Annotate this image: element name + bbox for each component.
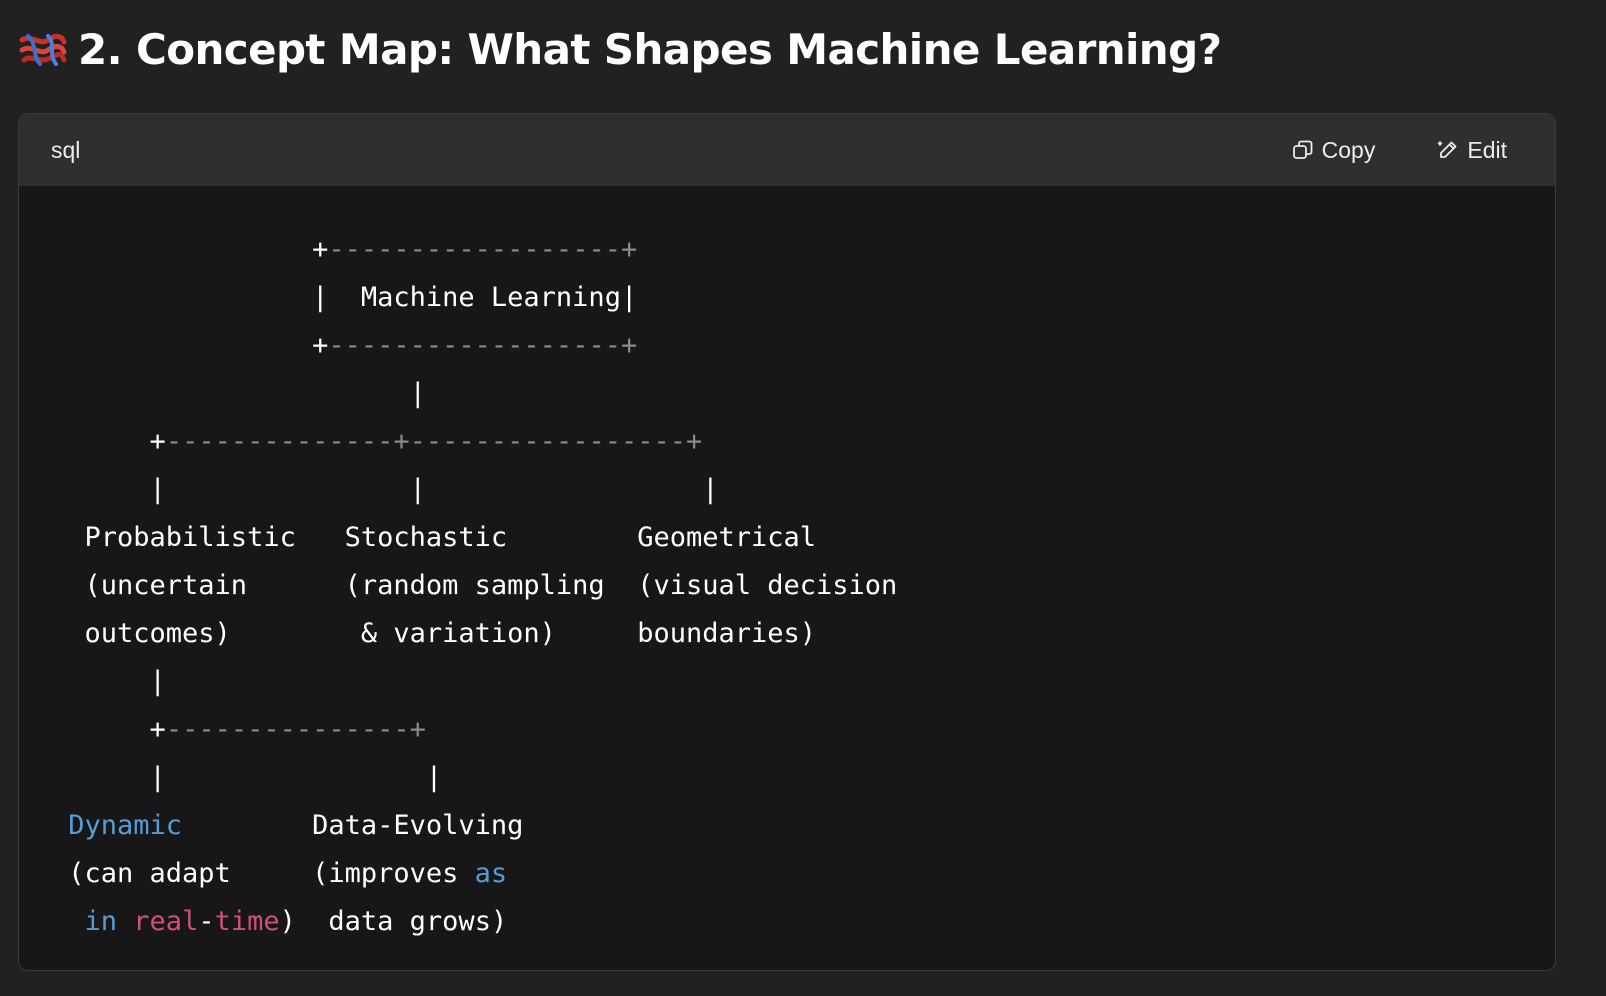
- code-actions: Copy Edit: [1292, 137, 1507, 164]
- code-line: Dynamic Data-Evolving: [52, 810, 523, 841]
- edit-button[interactable]: Edit: [1437, 137, 1507, 164]
- code-token: +: [312, 234, 329, 265]
- code-token: |: [425, 762, 443, 793]
- page-title: 2. Concept Map: What Shapes Machine Lear…: [78, 24, 1222, 74]
- knot-emoji-icon: [18, 32, 68, 66]
- code-token: Probabilistic Stochastic Geometrical: [52, 522, 817, 553]
- code-token: |: [52, 762, 426, 793]
- code-token: (uncertain (random sampling (visual deci…: [52, 570, 898, 601]
- code-token: ) data grows): [279, 906, 508, 937]
- copy-icon: [1292, 139, 1314, 161]
- edit-pencil-icon: [1437, 139, 1459, 161]
- edit-label: Edit: [1467, 136, 1507, 163]
- code-token: ---------------+: [165, 714, 426, 745]
- copy-button[interactable]: Copy: [1292, 136, 1376, 164]
- code-token: ------------------+: [328, 330, 638, 361]
- code-line: outcomes) & variation) boundaries): [52, 618, 817, 649]
- code-line: +------------------+: [52, 330, 637, 361]
- code-line: Probabilistic Stochastic Geometrical: [52, 522, 817, 553]
- code-token: real: [133, 906, 199, 937]
- code-token: ------------------+: [328, 234, 638, 265]
- code-token: +: [149, 426, 166, 457]
- code-token: in: [84, 906, 118, 937]
- code-block-header: sql Copy Edit: [19, 114, 1555, 186]
- code-token: +: [312, 330, 329, 361]
- code-line: | | |: [52, 474, 719, 505]
- code-line: in real-time) data grows): [52, 906, 508, 937]
- code-token: outcomes) & variation) boundaries): [52, 618, 817, 649]
- code-token: |: [149, 474, 166, 505]
- code-token: Dynamic: [68, 810, 183, 841]
- code-line: |: [52, 666, 166, 697]
- code-line: | |: [52, 762, 443, 793]
- code-token: |: [409, 378, 426, 409]
- code-token: | |: [165, 474, 719, 505]
- code-language-label: sql: [51, 136, 81, 163]
- code-block: sql Copy Edit +------------------+ | Mac…: [18, 113, 1556, 971]
- code-line: |: [52, 378, 426, 409]
- code-line: +---------------+: [52, 714, 426, 745]
- code-token: | Machine Learning|: [312, 282, 638, 313]
- code-token: |: [149, 666, 166, 697]
- code-content: +------------------+ | Machine Learning|…: [19, 186, 1555, 946]
- code-token: --------------+-----------------+: [165, 426, 703, 457]
- code-token: as: [474, 858, 508, 889]
- section-heading: 2. Concept Map: What Shapes Machine Lear…: [18, 18, 1222, 80]
- code-token: +: [149, 714, 166, 745]
- code-token: Data-Evolving: [182, 810, 524, 841]
- code-line: | Machine Learning|: [52, 282, 637, 313]
- code-token: (can adapt (improves: [52, 858, 475, 889]
- code-line: +--------------+-----------------+: [52, 426, 703, 457]
- code-token: time: [214, 906, 280, 937]
- code-line: +------------------+: [52, 234, 637, 265]
- code-line: (can adapt (improves as: [52, 858, 507, 889]
- code-token: -: [198, 906, 215, 937]
- copy-label: Copy: [1321, 136, 1376, 163]
- code-line: (uncertain (random sampling (visual deci…: [52, 570, 898, 601]
